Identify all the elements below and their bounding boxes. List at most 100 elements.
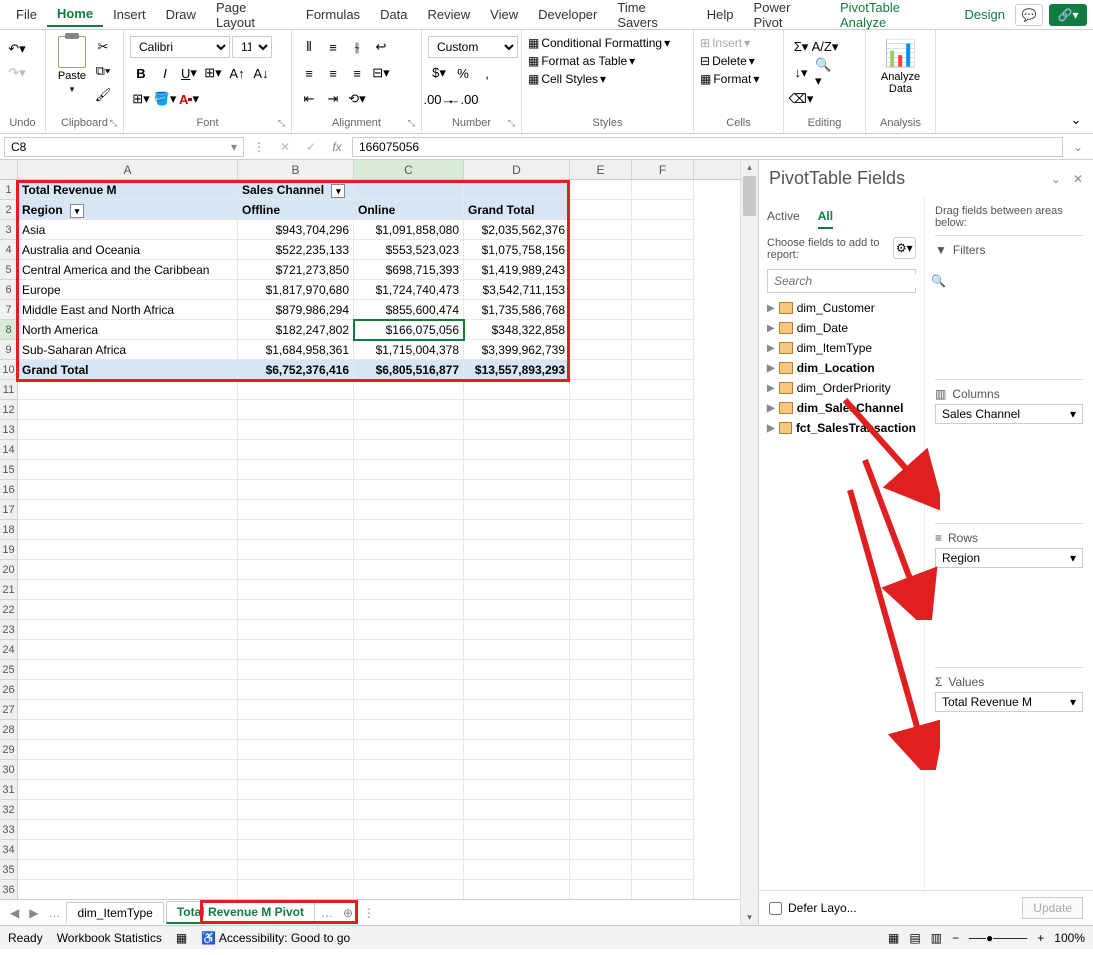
cell[interactable] [632,480,694,500]
cell[interactable] [632,500,694,520]
cut-button[interactable]: ✂ [92,36,114,58]
cell[interactable]: $182,247,802 [238,320,354,340]
row-header[interactable]: 4 [0,240,18,260]
decrease-font-button[interactable]: A↓ [250,62,272,84]
row-header[interactable]: 23 [0,620,18,640]
cell[interactable] [18,620,238,640]
cell[interactable] [238,640,354,660]
cell[interactable] [354,840,464,860]
cell[interactable] [632,880,694,899]
row-header[interactable]: 3 [0,220,18,240]
tab-formulas[interactable]: Formulas [296,3,370,26]
enter-formula-button[interactable]: ✓ [300,140,322,154]
cell[interactable] [354,460,464,480]
row-header[interactable]: 29 [0,740,18,760]
cell[interactable] [238,740,354,760]
cell[interactable] [632,460,694,480]
tab-options[interactable]: ⋮ [359,906,379,920]
cell[interactable] [238,780,354,800]
align-right-button[interactable]: ≡ [346,62,368,84]
tab-insert[interactable]: Insert [103,3,156,26]
copy-button[interactable]: ⧉▾ [92,60,114,82]
cell[interactable] [18,600,238,620]
cell[interactable] [354,500,464,520]
row-header[interactable]: 9 [0,340,18,360]
increase-font-button[interactable]: A↑ [226,62,248,84]
cell[interactable] [18,480,238,500]
cell[interactable] [238,700,354,720]
cell[interactable] [570,860,632,880]
tab-home[interactable]: Home [47,2,103,27]
cell[interactable] [354,660,464,680]
cell[interactable] [632,840,694,860]
insert-cells-button[interactable]: ⊞ Insert ▾ [700,36,750,50]
cell[interactable]: Australia and Oceania [18,240,238,260]
cell[interactable] [238,840,354,860]
cell[interactable] [570,740,632,760]
row-header[interactable]: 17 [0,500,18,520]
clear-button[interactable]: ⌫▾ [790,88,812,110]
cell[interactable]: Offline [238,200,354,220]
row-header[interactable]: 19 [0,540,18,560]
row-header[interactable]: 30 [0,760,18,780]
cell[interactable] [632,180,694,200]
row-header[interactable]: 28 [0,720,18,740]
fill-color-button[interactable]: 🪣▾ [154,88,176,110]
cell[interactable] [464,800,570,820]
redo-button[interactable]: ↷▾ [6,62,28,84]
orientation-button[interactable]: ⟲▾ [346,88,368,110]
cell[interactable] [570,600,632,620]
cell[interactable] [570,440,632,460]
new-sheet-button[interactable]: ⊕ [339,906,357,920]
row-header[interactable]: 13 [0,420,18,440]
cell[interactable]: Sub-Saharan Africa [18,340,238,360]
tab-developer[interactable]: Developer [528,3,607,26]
fx-icon[interactable]: fx [326,140,348,154]
cell[interactable] [18,560,238,580]
cell[interactable] [354,820,464,840]
columns-drop[interactable]: Sales Channel▾ [935,404,1083,426]
filters-drop[interactable] [935,260,1083,282]
col-header[interactable]: F [632,160,694,179]
cell[interactable] [632,520,694,540]
align-center-button[interactable]: ≡ [322,62,344,84]
cell[interactable] [18,380,238,400]
tab-power-pivot[interactable]: Power Pivot [744,0,830,34]
underline-button[interactable]: U▾ [178,62,200,84]
cell[interactable] [18,680,238,700]
cell[interactable] [464,480,570,500]
expand-formula-button[interactable]: ⌄ [1067,140,1089,154]
cell[interactable] [570,780,632,800]
format-painter-button[interactable]: 🖌 [92,84,114,106]
sheet-tab-prev[interactable]: dim_ItemType [66,902,163,923]
cell[interactable] [464,840,570,860]
row-header[interactable]: 10 [0,360,18,380]
cell[interactable] [354,760,464,780]
grid-body[interactable]: 1Total Revenue MSales Channel ▾2Region ▾… [0,180,740,899]
cell[interactable]: $879,986,294 [238,300,354,320]
bold-button[interactable]: B [130,62,152,84]
cell[interactable]: Europe [18,280,238,300]
worksheet[interactable]: A B C D E F 1Total Revenue MSales Channe… [0,160,740,925]
cell[interactable] [354,860,464,880]
cell[interactable] [238,540,354,560]
currency-button[interactable]: $▾ [428,62,450,84]
cell[interactable] [632,360,694,380]
cell[interactable] [18,640,238,660]
cell[interactable] [18,820,238,840]
cell[interactable] [570,880,632,899]
cell[interactable] [354,380,464,400]
cell[interactable]: $1,075,758,156 [464,240,570,260]
cell[interactable] [632,280,694,300]
cell[interactable] [570,380,632,400]
cell[interactable] [464,400,570,420]
row-header[interactable]: 2 [0,200,18,220]
cell[interactable]: Online [354,200,464,220]
cell[interactable] [238,500,354,520]
cell[interactable] [570,200,632,220]
collapse-ribbon-button[interactable]: ⌄ [1065,109,1087,131]
cell[interactable] [238,400,354,420]
row-header[interactable]: 16 [0,480,18,500]
row-header[interactable]: 21 [0,580,18,600]
tab-design[interactable]: Design [955,3,1015,26]
